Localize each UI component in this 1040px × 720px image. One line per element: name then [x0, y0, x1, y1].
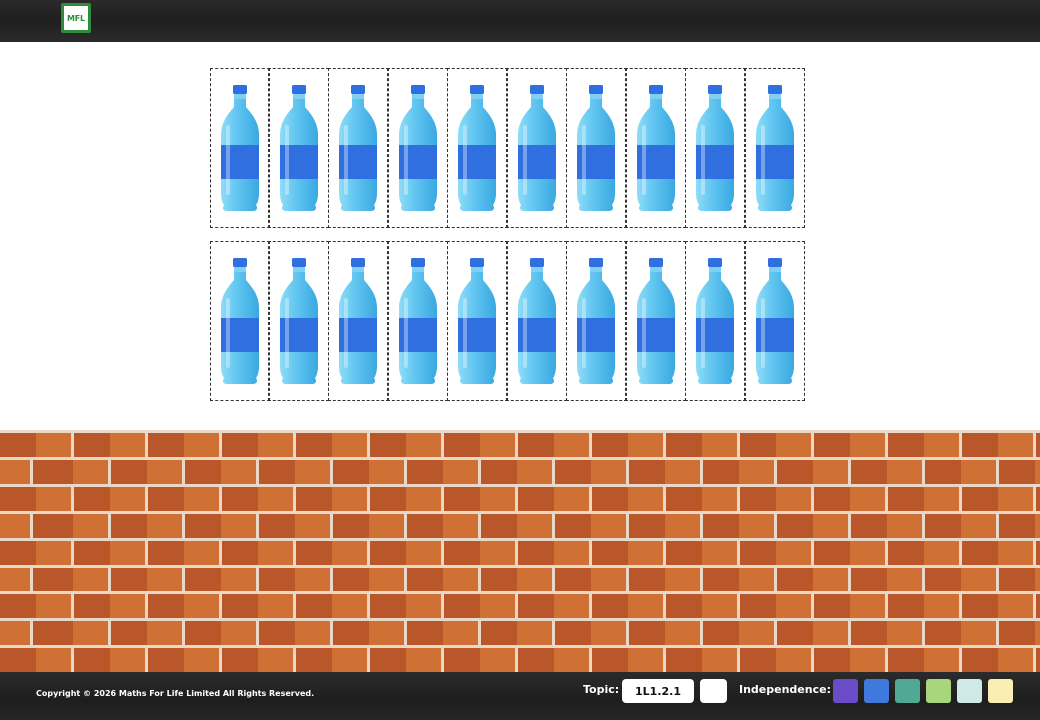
- bottle-row-1: [210, 68, 805, 228]
- topic-code: 1L1.2.1: [622, 679, 694, 703]
- brick-row: [0, 564, 1040, 592]
- bottle-card[interactable]: [387, 241, 448, 401]
- water-bottle-icon: [458, 85, 496, 211]
- footer-bar: Copyright © 2026 Maths For Life Limited …: [0, 672, 1040, 720]
- water-bottle-icon: [279, 85, 318, 211]
- independence-swatch-4[interactable]: [926, 679, 951, 703]
- independence-swatch-6[interactable]: [988, 679, 1013, 703]
- brick-row: [0, 430, 1040, 457]
- mfl-logo[interactable]: MFL: [61, 3, 91, 33]
- bottle-row-2: [210, 241, 805, 401]
- brick-row: [0, 591, 1040, 619]
- water-bottle-icon: [636, 85, 675, 211]
- bottle-card[interactable]: [684, 68, 746, 228]
- independence-swatches: [833, 679, 1013, 703]
- brick-wall: [0, 430, 1040, 672]
- brick-row: [0, 537, 1040, 565]
- bottle-card[interactable]: [506, 68, 567, 228]
- independence-label: Independence:: [739, 683, 831, 696]
- bottle-card[interactable]: [565, 68, 627, 228]
- mortar-line: [0, 564, 1040, 568]
- water-bottle-icon: [696, 258, 734, 384]
- water-bottle-icon: [577, 85, 615, 211]
- brick-row: [0, 456, 1040, 484]
- brick-row: [0, 645, 1040, 672]
- water-bottle-icon: [755, 85, 794, 211]
- bottle-card[interactable]: [744, 68, 805, 228]
- independence-swatch-2[interactable]: [864, 679, 889, 703]
- water-bottle-icon: [339, 258, 377, 384]
- water-bottle-icon: [220, 85, 259, 211]
- water-bottle-icon: [577, 258, 615, 384]
- bottle-card[interactable]: [565, 241, 627, 401]
- bottle-card[interactable]: [387, 68, 448, 228]
- mortar-line: [0, 537, 1040, 541]
- bottle-card[interactable]: [268, 68, 329, 228]
- independence-swatch-1[interactable]: [833, 679, 858, 703]
- page: MFL Copyright © 2026 Maths For Life Limi…: [0, 0, 1040, 720]
- bottle-card[interactable]: [327, 68, 389, 228]
- bottle-card[interactable]: [446, 241, 508, 401]
- mortar-line: [0, 645, 1040, 649]
- topic-blank-box[interactable]: [700, 679, 727, 703]
- independence-swatch-5[interactable]: [957, 679, 982, 703]
- water-bottle-icon: [339, 85, 377, 211]
- water-bottle-icon: [398, 85, 437, 211]
- bottle-card[interactable]: [625, 68, 686, 228]
- bottle-card[interactable]: [210, 241, 270, 401]
- water-bottle-icon: [458, 258, 496, 384]
- brick-row: [0, 618, 1040, 646]
- brick-row: [0, 510, 1040, 538]
- water-bottle-icon: [755, 258, 794, 384]
- bottle-card[interactable]: [744, 241, 805, 401]
- mortar-line: [0, 430, 1040, 433]
- water-bottle-icon: [636, 258, 675, 384]
- bottle-card[interactable]: [268, 241, 329, 401]
- logo-text: MFL: [64, 6, 88, 30]
- bottle-card[interactable]: [506, 241, 567, 401]
- mortar-line: [0, 483, 1040, 487]
- independence-swatch-3[interactable]: [895, 679, 920, 703]
- bottle-card[interactable]: [446, 68, 508, 228]
- bottle-card[interactable]: [625, 241, 686, 401]
- water-bottle-icon: [220, 258, 259, 384]
- water-bottle-icon: [517, 258, 556, 384]
- bottle-card[interactable]: [327, 241, 389, 401]
- topic-label: Topic:: [583, 683, 620, 696]
- water-bottle-icon: [279, 258, 318, 384]
- water-bottle-icon: [517, 85, 556, 211]
- mortar-line: [0, 591, 1040, 595]
- mortar-line: [0, 618, 1040, 622]
- top-bar: MFL: [0, 0, 1040, 42]
- bottle-card[interactable]: [210, 68, 270, 228]
- brick-row: [0, 483, 1040, 511]
- mortar-line: [0, 456, 1040, 460]
- mortar-line: [0, 510, 1040, 514]
- copyright-text: Copyright © 2026 Maths For Life Limited …: [36, 689, 315, 698]
- bottle-card[interactable]: [684, 241, 746, 401]
- water-bottle-icon: [398, 258, 437, 384]
- water-bottle-icon: [696, 85, 734, 211]
